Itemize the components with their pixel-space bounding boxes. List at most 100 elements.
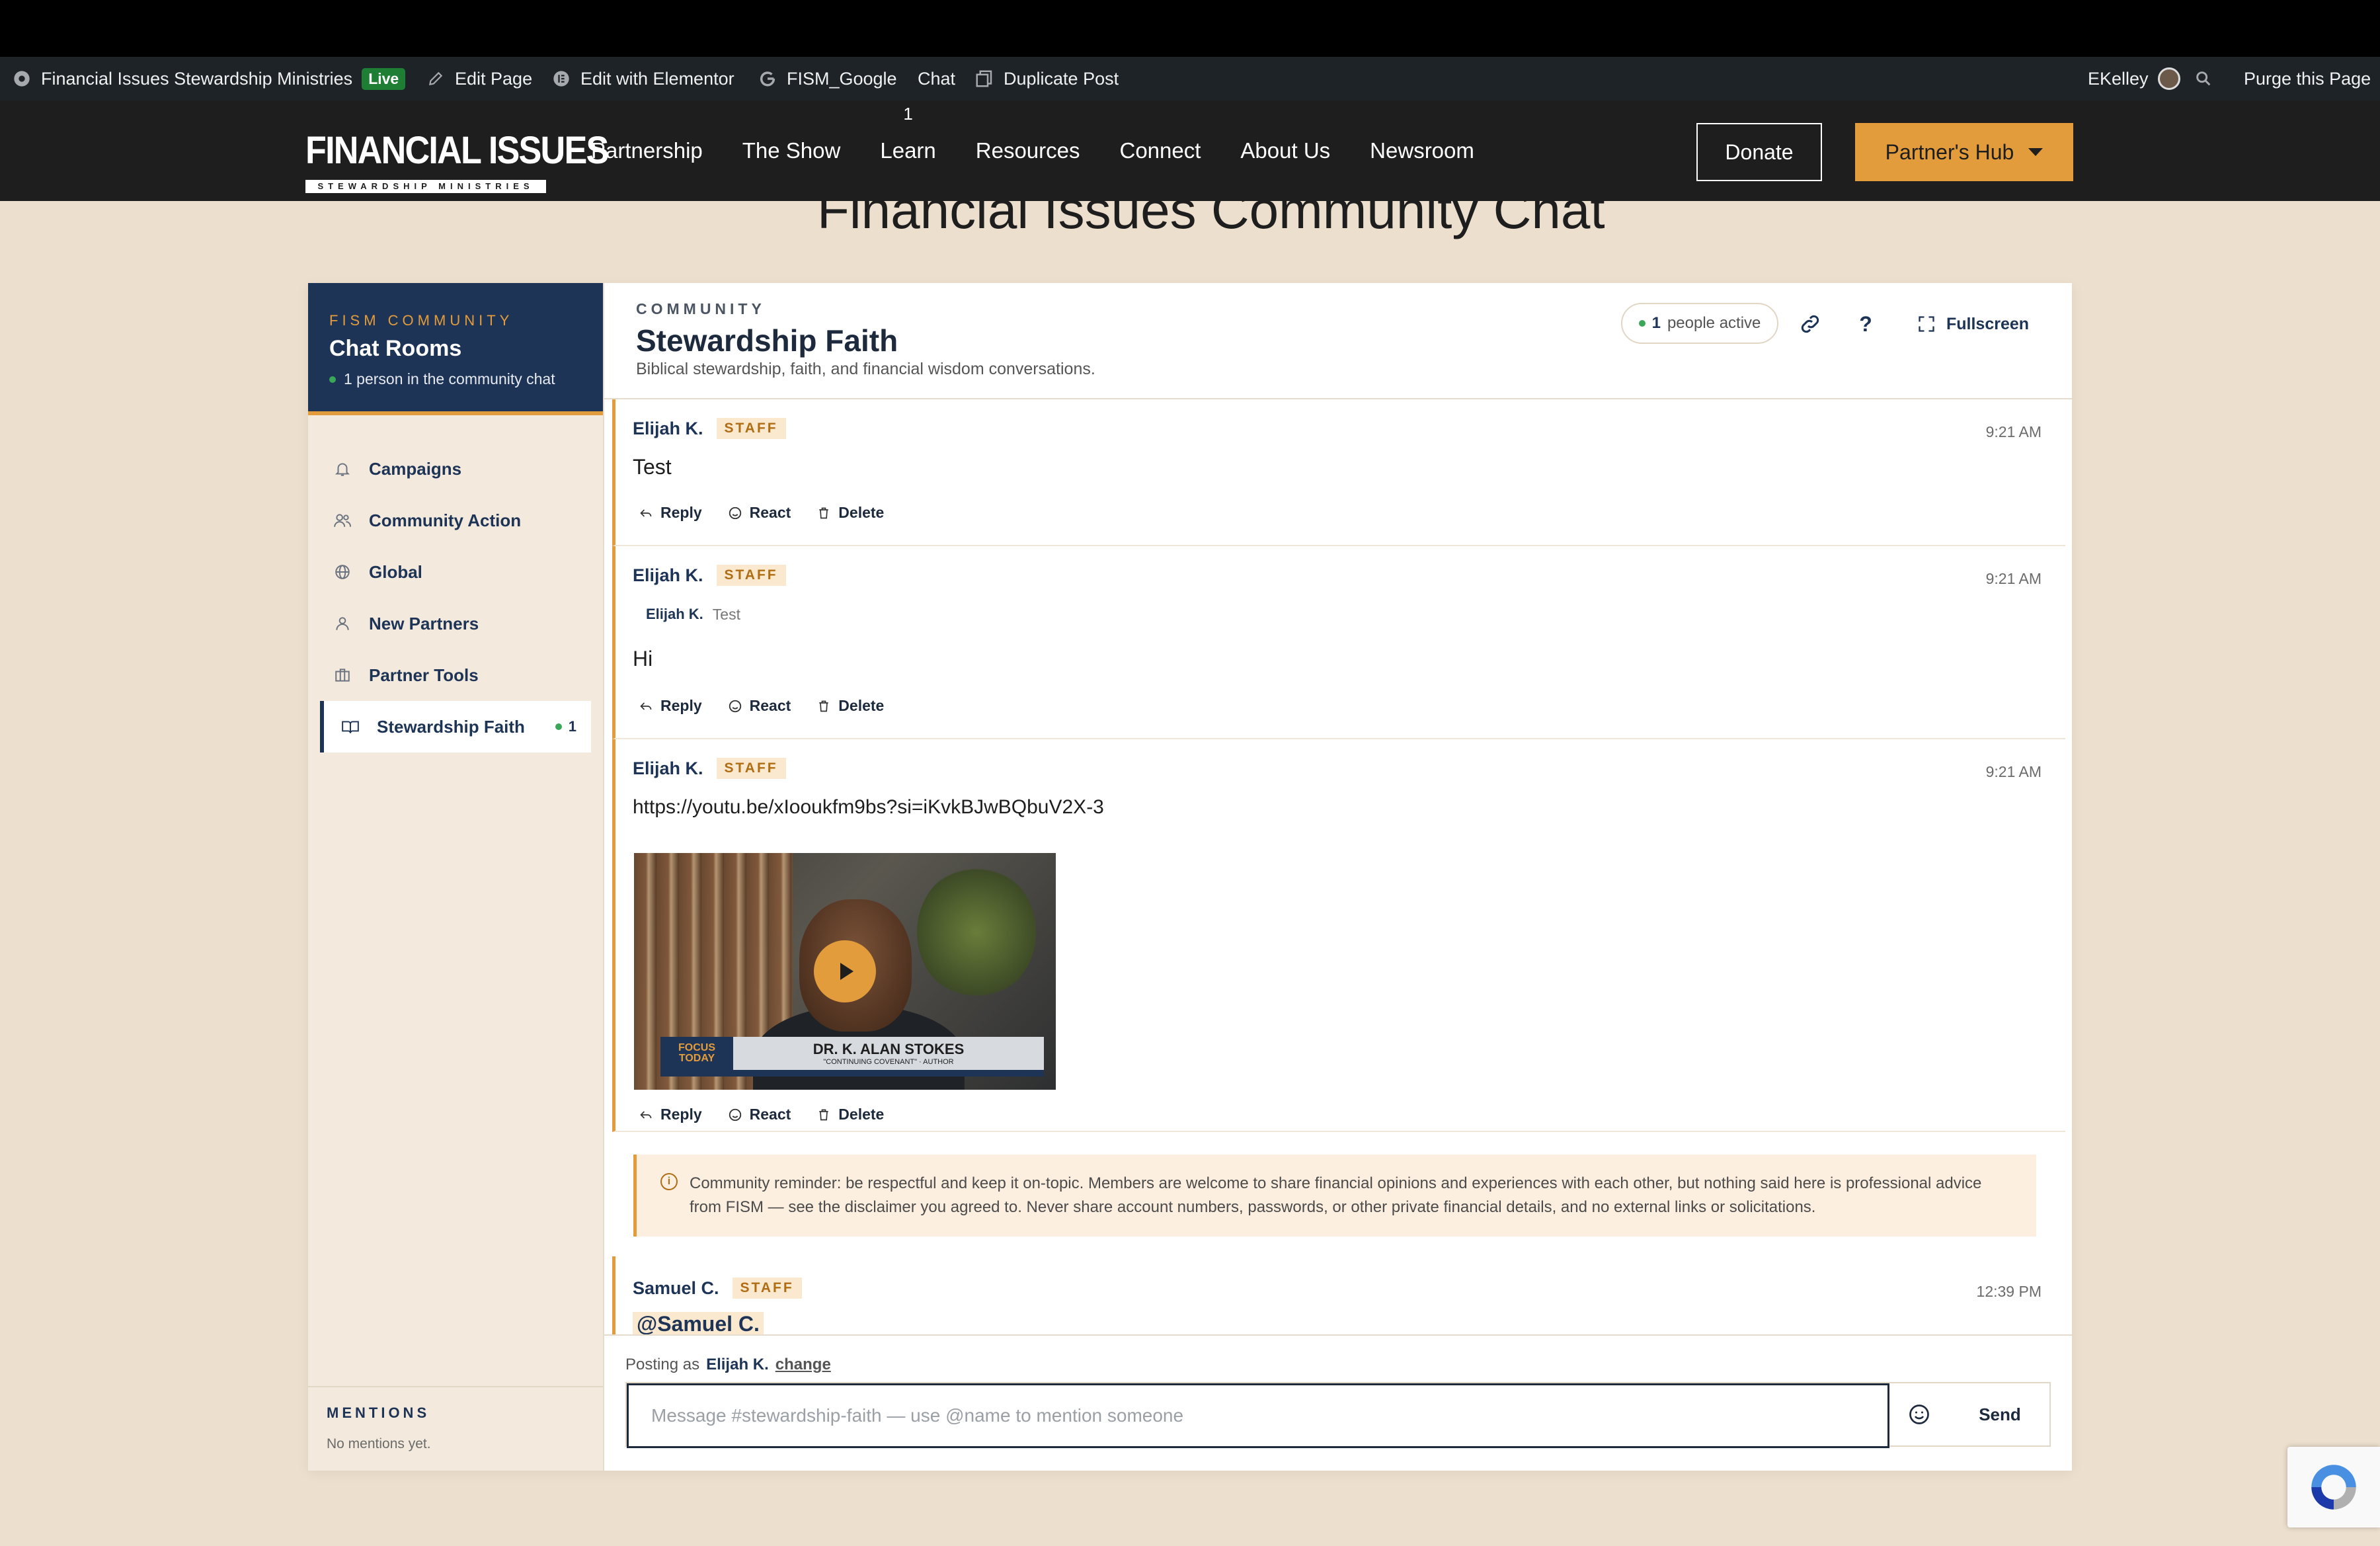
- community-notice: i Community reminder: be respectful and …: [633, 1155, 2036, 1237]
- message-text: Hi: [633, 647, 653, 671]
- sidebar-item-community-action[interactable]: Community Action: [320, 495, 591, 546]
- nav-connect[interactable]: Connect: [1120, 138, 1201, 163]
- sidebar-item-label: New Partners: [369, 613, 479, 633]
- change-user-link[interactable]: change: [775, 1356, 831, 1374]
- fullscreen-icon: [1919, 316, 1934, 332]
- react-button[interactable]: React: [727, 504, 791, 522]
- react-button[interactable]: React: [727, 1106, 791, 1123]
- quote-text: Test: [712, 606, 740, 623]
- staff-badge: STAFF: [716, 758, 786, 779]
- nav-the-show[interactable]: The Show: [742, 138, 841, 163]
- play-button[interactable]: [814, 940, 876, 1002]
- online-dot-icon: [1638, 320, 1646, 327]
- message-input[interactable]: [627, 1383, 1889, 1448]
- sidebar-item-label: Campaigns: [369, 458, 462, 479]
- staff-badge: STAFF: [716, 418, 786, 439]
- online-dot-icon: [329, 376, 336, 383]
- admin-bar: Financial Issues Stewardship Ministries …: [0, 57, 2380, 101]
- smile-icon: [727, 1107, 743, 1123]
- message-actions: Reply React Delete: [638, 504, 884, 522]
- message-time: 12:39 PM: [1976, 1283, 2042, 1300]
- nav-resources[interactable]: Resources: [976, 138, 1080, 163]
- partner-hub-button[interactable]: Partner's Hub: [1855, 123, 2073, 181]
- reply-quote[interactable]: Elijah K. Test: [646, 606, 740, 624]
- mentions-title: MENTIONS: [327, 1404, 430, 1421]
- nav-partnership[interactable]: Partnership: [591, 138, 703, 163]
- posting-user: Elijah K.: [706, 1356, 769, 1373]
- reply-button[interactable]: Reply: [638, 697, 702, 715]
- google-label: FISM_Google: [787, 68, 897, 89]
- posting-as: Posting as Elijah K. change: [625, 1356, 831, 1374]
- people-active-pill: 1 people active: [1621, 303, 1778, 344]
- nav-learn[interactable]: 1 Learn: [880, 104, 935, 163]
- sidebar-title: Chat Rooms: [329, 336, 462, 361]
- message-author: Elijah K. STAFF: [633, 758, 786, 779]
- sidebar-item-partner-tools[interactable]: Partner Tools: [320, 649, 591, 701]
- edit-elementor-link[interactable]: Edit with Elementor: [551, 57, 734, 101]
- sidebar-kicker: FISM COMMUNITY: [329, 312, 514, 329]
- message-text: Test: [633, 455, 672, 479]
- mention-chip[interactable]: @Samuel C.: [633, 1312, 764, 1336]
- user-name: EKelley: [2088, 68, 2149, 89]
- admin-site-name: Financial Issues Stewardship Ministries: [41, 68, 353, 89]
- react-button[interactable]: React: [727, 697, 791, 715]
- users-icon: [332, 510, 353, 531]
- message-item: Elijah K. STAFF 9:21 AM https://youtu.be…: [612, 739, 2065, 1132]
- video-embed[interactable]: FOCUS TODAY DR. K. ALAN STOKES "CONTINUI…: [634, 853, 1056, 1090]
- message-author: Elijah K. STAFF: [633, 418, 786, 439]
- notice-text: Community reminder: be respectful and ke…: [690, 1174, 1982, 1216]
- elementor-icon: [551, 69, 571, 89]
- edit-page-label: Edit Page: [455, 68, 533, 89]
- main-nav: Partnership The Show 1 Learn Resources C…: [591, 101, 1514, 201]
- plant-background: [917, 866, 1036, 998]
- recaptcha-badge[interactable]: [2287, 1447, 2380, 1527]
- pencil-icon: [426, 69, 446, 89]
- duplicate-post-label: Duplicate Post: [1004, 68, 1119, 89]
- message-link[interactable]: https://youtu.be/xIooukfm9bs?si=iKvkBJwB…: [633, 796, 1104, 819]
- delete-button[interactable]: Delete: [816, 697, 884, 715]
- live-badge: Live: [362, 67, 406, 90]
- room-title: Stewardship Faith: [636, 323, 898, 358]
- chat-link[interactable]: Chat: [918, 57, 955, 101]
- sidebar-item-label: Community Action: [369, 510, 522, 530]
- admin-search-button[interactable]: [2194, 57, 2213, 101]
- reply-button[interactable]: Reply: [638, 1106, 702, 1123]
- admin-site-link[interactable]: Financial Issues Stewardship Ministries …: [12, 57, 406, 101]
- delete-button[interactable]: Delete: [816, 504, 884, 522]
- emoji-button[interactable]: [1889, 1383, 1949, 1445]
- google-link[interactable]: FISM_Google: [758, 57, 897, 101]
- show-logo: FOCUS TODAY: [660, 1037, 733, 1070]
- site-logo[interactable]: FINANCIAL ISSUES STEWARDSHIP MINISTRIES: [305, 115, 609, 193]
- composer-box: Send: [625, 1382, 2051, 1448]
- staff-badge: STAFF: [732, 1278, 802, 1299]
- edit-page-link[interactable]: Edit Page: [426, 57, 532, 101]
- purge-page-link[interactable]: Purge this Page: [2244, 57, 2371, 101]
- speaker-name: DR. K. ALAN STOKES: [813, 1041, 965, 1057]
- sidebar-item-new-partners[interactable]: New Partners: [320, 598, 591, 649]
- donate-button[interactable]: Donate: [1696, 123, 1822, 181]
- quote-author: Elijah K.: [646, 606, 703, 622]
- message-time: 9:21 AM: [1985, 570, 2042, 587]
- globe-icon: [332, 561, 353, 583]
- duplicate-icon: [974, 69, 994, 89]
- play-icon: [840, 963, 853, 980]
- sidebar-item-global[interactable]: Global: [320, 546, 591, 598]
- fullscreen-button[interactable]: Fullscreen: [1917, 308, 2029, 340]
- nav-about-us[interactable]: About Us: [1240, 138, 1330, 163]
- sidebar-item-campaigns[interactable]: Campaigns: [320, 443, 591, 495]
- trash-icon: [816, 698, 832, 714]
- avatar: [2157, 67, 2180, 90]
- send-button[interactable]: Send: [1949, 1383, 2051, 1445]
- help-button[interactable]: ?: [1850, 308, 1882, 340]
- reply-icon: [638, 1107, 654, 1123]
- reply-button[interactable]: Reply: [638, 504, 702, 522]
- search-icon: [2194, 69, 2213, 89]
- duplicate-post-link[interactable]: Duplicate Post: [974, 57, 1119, 101]
- copy-link-button[interactable]: [1794, 308, 1826, 340]
- user-menu[interactable]: EKelley: [2088, 57, 2180, 101]
- briefcase-icon: [332, 665, 353, 686]
- nav-newsroom[interactable]: Newsroom: [1370, 138, 1474, 163]
- staff-badge: STAFF: [716, 565, 786, 586]
- delete-button[interactable]: Delete: [816, 1106, 884, 1123]
- sidebar-item-stewardship-faith[interactable]: Stewardship Faith 1: [320, 701, 591, 753]
